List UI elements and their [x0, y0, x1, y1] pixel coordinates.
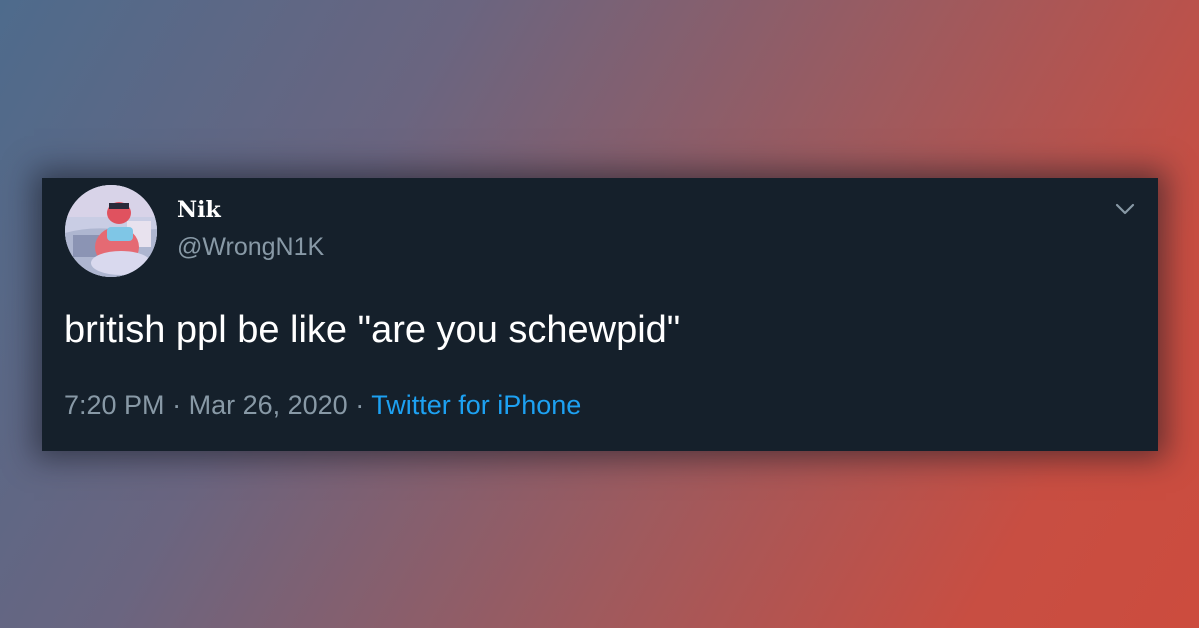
author-display-name[interactable]: Nik — [177, 199, 221, 221]
tweet-text: british ppl be like "are you schewpid" — [64, 309, 681, 351]
avatar[interactable] — [65, 185, 157, 277]
avatar-image — [65, 185, 157, 277]
meta-separator: · — [355, 390, 365, 420]
tweet-card: Nik @WrongN1K british ppl be like "are y… — [42, 178, 1158, 451]
meta-separator: · — [172, 390, 182, 420]
tweet-meta: 7:20 PM · Mar 26, 2020 · Twitter for iPh… — [64, 390, 581, 421]
author-handle[interactable]: @WrongN1K — [177, 235, 324, 260]
tweet-time[interactable]: 7:20 PM — [64, 390, 165, 420]
tweet-source-link[interactable]: Twitter for iPhone — [371, 390, 581, 420]
tweet-date[interactable]: Mar 26, 2020 — [189, 390, 348, 420]
chevron-down-icon[interactable] — [1112, 196, 1138, 222]
